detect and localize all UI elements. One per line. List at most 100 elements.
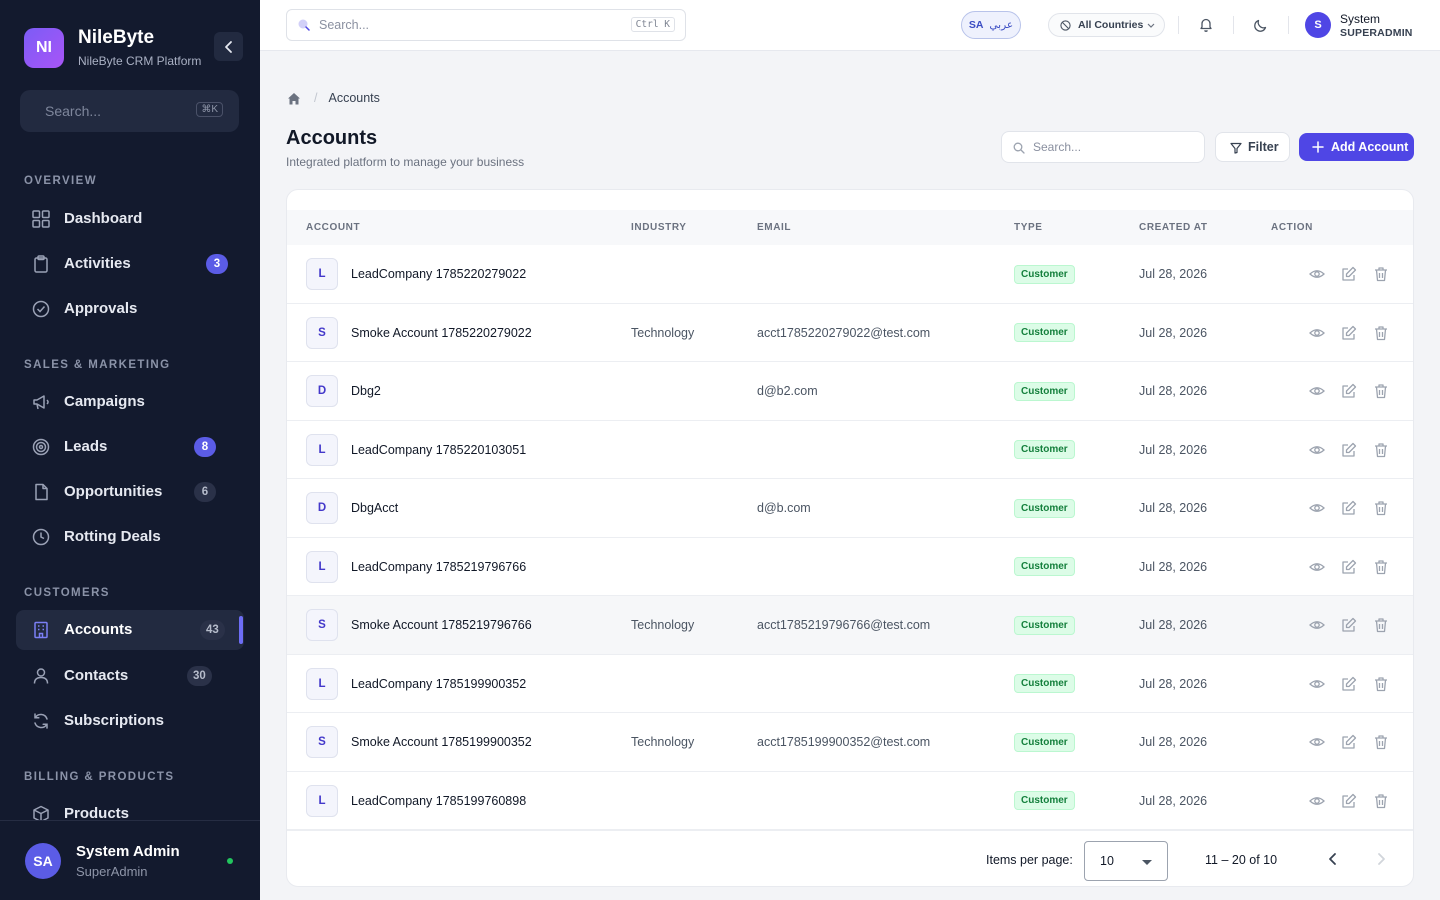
account-name[interactable]: LeadCompany 1785199900352	[351, 655, 526, 713]
delete-trash-icon[interactable]	[1373, 676, 1389, 692]
edit-icon[interactable]	[1341, 442, 1357, 458]
sidebar-search-input[interactable]: Search... ⌘K	[20, 90, 239, 132]
account-name[interactable]: LeadCompany 1785219796766	[351, 538, 526, 596]
sidebar-item-opportunities[interactable]: Opportunities 6	[16, 472, 244, 512]
table-row[interactable]: S Smoke Account 1785199900352 Technology ac…	[287, 713, 1413, 772]
sidebar-item-leads[interactable]: Leads 8	[16, 427, 244, 467]
edit-icon[interactable]	[1341, 793, 1357, 809]
items-per-page-select[interactable]: 10	[1084, 841, 1168, 881]
edit-icon[interactable]	[1341, 325, 1357, 341]
sidebar-item-contacts[interactable]: Contacts 30	[16, 656, 244, 696]
view-eye-icon[interactable]	[1309, 383, 1325, 399]
items-per-page-value: 10	[1100, 854, 1114, 868]
account-name[interactable]: LeadCompany 1785220103051	[351, 421, 526, 479]
avatar[interactable]: S	[1305, 12, 1331, 38]
table-row[interactable]: S Smoke Account 1785220279022 Technology ac…	[287, 304, 1413, 362]
page-subtitle: Integrated platform to manage your busin…	[286, 155, 525, 169]
language-toggle-button[interactable]: SA عربي	[961, 11, 1021, 39]
sidebar-item-campaigns[interactable]: Campaigns	[16, 382, 244, 422]
add-account-button[interactable]: Add Account	[1299, 133, 1414, 161]
table-row[interactable]: D DbgAcct d@b.com Customer Jul 28, 2026	[287, 479, 1413, 538]
moon-icon[interactable]	[1253, 17, 1269, 33]
table-row[interactable]: L LeadCompany 1785220103051 Customer Jul 28…	[287, 421, 1413, 479]
view-eye-icon[interactable]	[1309, 442, 1325, 458]
language-label: عربي	[989, 19, 1014, 31]
account-name[interactable]: DbgAcct	[351, 479, 398, 537]
edit-icon[interactable]	[1341, 617, 1357, 633]
column-header-account[interactable]: ACCOUNT	[306, 222, 360, 233]
view-eye-icon[interactable]	[1309, 793, 1325, 809]
delete-trash-icon[interactable]	[1373, 734, 1389, 750]
column-header-type[interactable]: TYPE	[1014, 222, 1043, 233]
search-icon	[1013, 142, 1025, 154]
view-eye-icon[interactable]	[1309, 500, 1325, 516]
collapse-sidebar-button[interactable]	[214, 32, 243, 61]
type-badge: Customer	[1014, 557, 1075, 576]
column-header-industry[interactable]: INDUSTRY	[631, 222, 687, 233]
edit-icon[interactable]	[1341, 266, 1357, 282]
items-per-page-label: Items per page:	[986, 853, 1073, 867]
brand[interactable]: NI NileByte NileByte CRM Platform	[24, 27, 201, 68]
sidebar-item-label: Leads	[64, 438, 108, 455]
delete-trash-icon[interactable]	[1373, 325, 1389, 341]
sidebar-item-rotting-deals[interactable]: Rotting Deals	[16, 517, 244, 557]
column-header-created-at[interactable]: CREATED AT	[1139, 222, 1208, 233]
table-row[interactable]: S Smoke Account 1785219796766 Technology ac…	[287, 596, 1413, 655]
sidebar-item-products[interactable]: Products	[16, 794, 244, 820]
account-name[interactable]: Smoke Account 1785219796766	[351, 596, 532, 654]
table-row[interactable]: L LeadCompany 1785199900352 Customer Jul 28…	[287, 655, 1413, 713]
table-row[interactable]: D Dbg2 d@b2.com Customer Jul 28, 2026	[287, 362, 1413, 421]
accounts-search-placeholder: Search...	[1033, 140, 1082, 154]
home-icon[interactable]	[287, 92, 301, 105]
edit-icon[interactable]	[1341, 734, 1357, 750]
topbar-user-name[interactable]: System	[1340, 12, 1380, 26]
account-name[interactable]: LeadCompany 1785199760898	[351, 772, 526, 830]
sidebar-item-dashboard[interactable]: Dashboard	[16, 199, 244, 239]
delete-trash-icon[interactable]	[1373, 559, 1389, 575]
view-eye-icon[interactable]	[1309, 325, 1325, 341]
type-badge: Customer	[1014, 440, 1075, 459]
column-header-email[interactable]: EMAIL	[757, 222, 791, 233]
account-name[interactable]: Smoke Account 1785199900352	[351, 713, 532, 771]
table-row[interactable]: L LeadCompany 1785220279022 Customer Jul 28…	[287, 245, 1413, 304]
account-name[interactable]: Dbg2	[351, 362, 381, 420]
account-name[interactable]: LeadCompany 1785220279022	[351, 245, 526, 303]
sidebar-item-subscriptions[interactable]: Subscriptions	[16, 701, 244, 741]
delete-trash-icon[interactable]	[1373, 617, 1389, 633]
breadcrumb-separator: /	[314, 91, 318, 105]
table-row[interactable]: L LeadCompany 1785199760898 Customer Jul 28…	[287, 772, 1413, 830]
sidebar-item-approvals[interactable]: Approvals	[16, 289, 244, 329]
view-eye-icon[interactable]	[1309, 266, 1325, 282]
account-email: acct1785219796766@test.com	[757, 618, 931, 632]
edit-icon[interactable]	[1341, 500, 1357, 516]
accounts-search-input[interactable]: Search...	[1001, 131, 1205, 163]
global-search-input[interactable]: Search... Ctrl K	[286, 9, 686, 41]
view-eye-icon[interactable]	[1309, 617, 1325, 633]
sidebar-item-activities[interactable]: Activities 3	[16, 244, 244, 284]
delete-trash-icon[interactable]	[1373, 266, 1389, 282]
delete-trash-icon[interactable]	[1373, 793, 1389, 809]
delete-trash-icon[interactable]	[1373, 383, 1389, 399]
delete-trash-icon[interactable]	[1373, 500, 1389, 516]
edit-icon[interactable]	[1341, 383, 1357, 399]
account-name[interactable]: Smoke Account 1785220279022	[351, 304, 532, 362]
next-page-button[interactable]	[1373, 851, 1389, 867]
view-eye-icon[interactable]	[1309, 559, 1325, 575]
filter-button[interactable]: Filter	[1215, 132, 1290, 162]
table-row[interactable]: L LeadCompany 1785219796766 Customer Jul 28…	[287, 538, 1413, 596]
edit-icon[interactable]	[1341, 559, 1357, 575]
edit-icon[interactable]	[1341, 676, 1357, 692]
sidebar-user-profile[interactable]: SA System Admin SuperAdmin	[0, 820, 260, 900]
view-eye-icon[interactable]	[1309, 734, 1325, 750]
section-billing-products: BILLING & PRODUCTS	[24, 771, 175, 783]
view-eye-icon[interactable]	[1309, 676, 1325, 692]
brand-name: NileByte	[78, 27, 155, 48]
bell-icon[interactable]	[1198, 17, 1214, 33]
account-avatar: S	[306, 726, 338, 758]
sidebar-item-accounts[interactable]: Accounts 43	[16, 610, 244, 650]
table-header: ACCOUNT INDUSTRY EMAIL TYPE CREATED AT A…	[287, 210, 1413, 245]
sidebar: NI NileByte NileByte CRM Platform Search…	[0, 0, 260, 900]
delete-trash-icon[interactable]	[1373, 442, 1389, 458]
previous-page-button[interactable]	[1325, 851, 1341, 867]
country-selector[interactable]: All Countries	[1048, 13, 1165, 37]
